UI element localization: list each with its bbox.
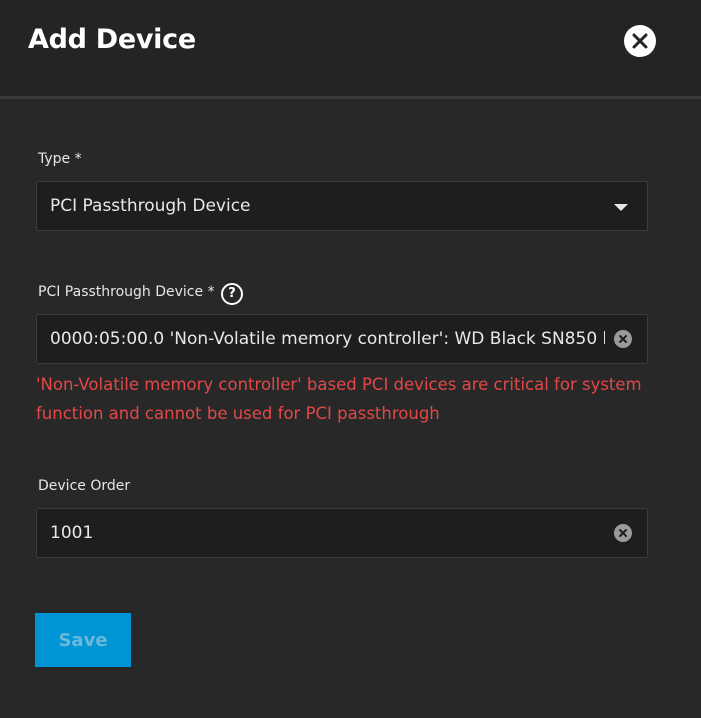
pci-device-value: 0000:05:00.0 'Non-Volatile memory contro… bbox=[50, 329, 605, 349]
question-mark-icon[interactable]: ? bbox=[221, 283, 243, 305]
chevron-down-icon bbox=[614, 204, 628, 211]
device-order-label: Device Order bbox=[38, 478, 131, 494]
type-label: Type * bbox=[38, 151, 82, 167]
device-order-input[interactable]: 1001 bbox=[36, 508, 648, 558]
type-select-value: PCI Passthrough Device bbox=[50, 196, 251, 216]
pci-device-label: PCI Passthrough Device * bbox=[38, 284, 215, 300]
dialog-header: Add Device bbox=[0, 0, 701, 99]
type-select[interactable]: PCI Passthrough Device bbox=[36, 181, 648, 231]
close-button[interactable] bbox=[624, 25, 656, 57]
clear-pci-device-icon[interactable] bbox=[614, 330, 632, 348]
pci-device-select[interactable]: 0000:05:00.0 'Non-Volatile memory contro… bbox=[36, 314, 648, 364]
close-icon bbox=[632, 33, 648, 49]
error-line-1: 'Non-Volatile memory controller' based P… bbox=[36, 375, 642, 394]
close-icon bbox=[619, 529, 627, 537]
clear-device-order-icon[interactable] bbox=[614, 524, 632, 542]
dialog-title: Add Device bbox=[28, 24, 196, 55]
error-line-2: function and cannot be used for PCI pass… bbox=[36, 404, 440, 423]
pci-device-error: 'Non-Volatile memory controller' based P… bbox=[36, 370, 656, 428]
save-button[interactable]: Save bbox=[35, 613, 131, 667]
device-order-value: 1001 bbox=[50, 523, 94, 543]
close-icon bbox=[619, 335, 627, 343]
